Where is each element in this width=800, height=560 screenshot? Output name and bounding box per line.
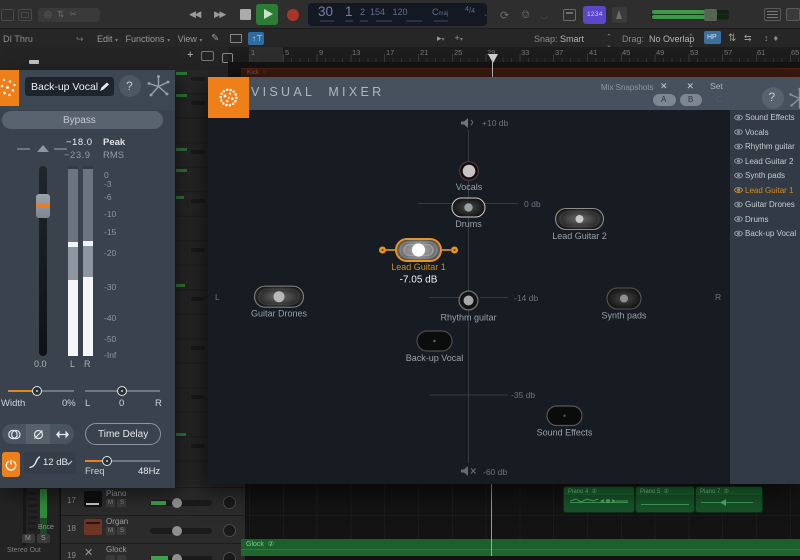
svg-text:Drums: Drums <box>455 219 482 229</box>
svg-text:-60 db: -60 db <box>483 467 507 477</box>
svg-text:R: R <box>715 292 721 302</box>
svg-text:Guitar Drones: Guitar Drones <box>251 309 308 319</box>
svg-text:Lead Guitar 2: Lead Guitar 2 <box>552 231 607 241</box>
svg-text:Sound Effects: Sound Effects <box>537 428 593 438</box>
svg-text:-7.05 dB: -7.05 dB <box>400 275 438 286</box>
svg-text:Rhythm guitar: Rhythm guitar <box>440 313 496 323</box>
svg-text:0 db: 0 db <box>524 199 541 209</box>
svg-text:Back-up Vocal: Back-up Vocal <box>406 353 464 363</box>
svg-text:Synth pads: Synth pads <box>601 311 647 321</box>
svg-text:Vocals: Vocals <box>456 182 483 192</box>
svg-text:+10 db: +10 db <box>482 118 509 128</box>
svg-text:-14 db: -14 db <box>514 293 538 303</box>
svg-text:L: L <box>215 292 220 302</box>
svg-text:Lead Guitar 1: Lead Guitar 1 <box>391 262 446 272</box>
svg-text:-35 db: -35 db <box>511 390 535 400</box>
